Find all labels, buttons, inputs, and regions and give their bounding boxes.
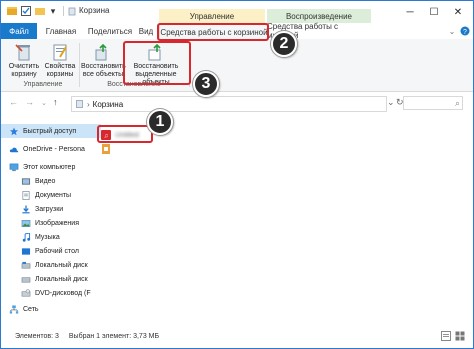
nav-label: Видео xyxy=(35,177,56,185)
svg-text:?: ? xyxy=(463,29,467,36)
nav-label: Локальный диск xyxy=(35,261,88,269)
tab-view[interactable]: Вид xyxy=(137,23,155,39)
restore-all-icon xyxy=(93,43,113,61)
documents-icon xyxy=(22,190,30,200)
network-icon xyxy=(9,304,19,314)
help-icon[interactable]: ? xyxy=(459,23,471,39)
status-selection: Выбран 1 элемент: 3,73 МБ xyxy=(68,332,160,340)
highlight-tab xyxy=(157,23,269,41)
computer-icon xyxy=(9,163,19,171)
minimize-button[interactable]: ─ xyxy=(399,1,421,23)
recycle-bin-properties-button[interactable]: Свойства корзины xyxy=(43,43,77,79)
music-icon xyxy=(22,232,31,242)
group-label-manage: Управление xyxy=(23,81,63,88)
callout-badge-1: 1 xyxy=(147,109,173,135)
recycle-bin-address-icon xyxy=(75,99,84,110)
window-title: Корзина xyxy=(79,6,110,15)
desktop-icon xyxy=(21,247,31,255)
empty-recycle-bin-label1: Очистить xyxy=(8,63,40,70)
nav-label: DVD-дисковод (F xyxy=(35,289,91,297)
file-item[interactable] xyxy=(101,143,115,155)
up-button[interactable]: ↑ xyxy=(53,97,58,107)
explorer-window: ▾ Корзина Управление Воспроизведение ─ ☐… xyxy=(0,0,474,349)
video-icon xyxy=(21,177,31,185)
empty-recycle-bin-button[interactable]: Очистить корзину xyxy=(7,43,41,79)
restore-all-label1: Восстановить xyxy=(81,63,126,70)
file-list: ♫ Untitled xyxy=(95,119,473,324)
cloud-icon xyxy=(9,147,19,152)
title-separator xyxy=(63,6,64,16)
ribbon-separator xyxy=(79,43,80,87)
recycle-bin-small-icon xyxy=(67,6,77,16)
drive-icon xyxy=(21,261,31,268)
folder-quick-icon[interactable] xyxy=(35,6,45,16)
breadcrumb-recycle-bin[interactable]: Корзина xyxy=(93,100,123,109)
tab-share[interactable]: Поделиться xyxy=(85,23,135,39)
address-dropdown-icon[interactable]: ⌄ xyxy=(387,97,395,108)
breadcrumb-chevron-icon: › xyxy=(87,99,90,109)
nav-item-network[interactable]: Сеть xyxy=(1,302,101,316)
explorer-icon[interactable] xyxy=(7,6,17,16)
status-items-count: Элементов: 3 xyxy=(15,332,59,340)
highlight-restore-button xyxy=(123,41,191,85)
nav-item-this-pc[interactable]: Этот компьютер xyxy=(1,160,101,174)
tab-file[interactable]: Файл xyxy=(1,23,37,39)
dvd-icon xyxy=(21,288,31,296)
nav-label: OneDrive - Persona xyxy=(23,145,85,153)
empty-recycle-bin-label2: корзину xyxy=(11,71,37,78)
maximize-button[interactable]: ☐ xyxy=(423,1,445,23)
empty-bin-icon xyxy=(14,43,34,61)
properties-label2: корзины xyxy=(46,71,74,78)
nav-label: Сеть xyxy=(23,305,39,313)
file-icon xyxy=(102,144,110,154)
nav-label: Локальный диск xyxy=(35,275,88,283)
properties-icon xyxy=(50,43,70,61)
details-view-icon[interactable] xyxy=(441,331,451,343)
close-button[interactable]: ✕ xyxy=(447,1,469,23)
search-box[interactable]: ⌕ xyxy=(403,96,463,110)
recent-locations-icon[interactable]: ⌄ xyxy=(41,99,47,107)
callout-badge-3: 3 xyxy=(193,71,219,97)
restore-all-button[interactable]: Восстановить все объекты xyxy=(81,43,126,79)
nav-item-quick-access[interactable]: Быстрый доступ xyxy=(1,124,101,138)
forward-button[interactable]: → xyxy=(25,97,34,107)
checkbox-icon[interactable] xyxy=(21,6,31,16)
context-group-manage: Управление xyxy=(159,9,265,23)
tab-home[interactable]: Главная xyxy=(41,23,81,39)
ribbon-collapse-icon[interactable]: ⌄ xyxy=(447,23,457,39)
navigation-bar: ← → ⌄ ↑ › Корзина ⌄ ↻ ⌕ xyxy=(1,93,473,113)
nav-label: Изображения xyxy=(35,219,79,227)
nav-label: Быстрый доступ xyxy=(23,127,77,135)
large-icons-view-icon[interactable] xyxy=(455,331,465,343)
search-icon: ⌕ xyxy=(454,97,460,108)
title-bar: ▾ Корзина Управление Воспроизведение ─ ☐… xyxy=(1,1,473,23)
drive-icon xyxy=(21,276,31,282)
downloads-icon xyxy=(22,204,30,213)
restore-all-label2: все объекты xyxy=(82,71,124,78)
nav-label: Музыка xyxy=(35,233,60,241)
nav-label: Загрузки xyxy=(35,205,64,213)
nav-label: Документы xyxy=(35,191,72,199)
back-button[interactable]: ← xyxy=(9,97,18,107)
status-bar: Элементов: 3 Выбран 1 элемент: 3,73 МБ xyxy=(1,325,473,347)
address-bar[interactable]: › Корзина xyxy=(71,96,387,112)
pictures-icon xyxy=(21,219,31,227)
nav-label: Рабочий стол xyxy=(35,247,79,255)
nav-label: Этот компьютер xyxy=(23,163,76,171)
context-group-play: Воспроизведение xyxy=(267,9,371,23)
navigation-pane: Быстрый доступ OneDrive - Persona Этот к… xyxy=(1,119,101,324)
callout-badge-2: 2 xyxy=(271,31,297,57)
highlight-file xyxy=(97,125,153,143)
nav-item-onedrive[interactable]: OneDrive - Persona xyxy=(1,142,101,156)
quick-access-dropdown-icon[interactable]: ▾ xyxy=(49,6,57,17)
ribbon: Очистить корзину Свойства корзины Управл… xyxy=(1,39,473,92)
properties-label1: Свойства xyxy=(44,63,76,70)
star-icon xyxy=(9,126,19,135)
